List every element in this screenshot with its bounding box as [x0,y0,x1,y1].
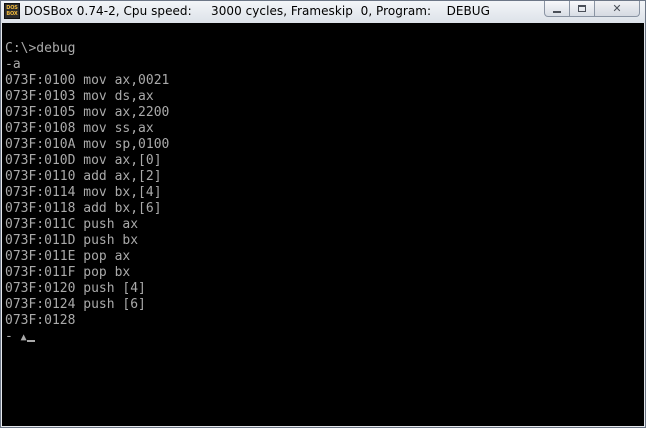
console-line: 073F:0118 add bx,[6] [5,201,162,216]
console-line: 073F:011C push ax [5,217,139,232]
minimize-button[interactable] [544,1,570,17]
mouse-pointer-icon: ▲ [20,332,27,343]
dosbox-window: DOS BOX DOSBox 0.74-2, Cpu speed: 3000 c… [0,0,646,428]
maximize-button[interactable] [570,1,595,17]
window-controls: ✕ [544,1,640,19]
console-line: 073F:0124 push [6] [5,297,146,312]
console-line: 073F:0120 push [4] [5,281,146,296]
console-line: -a [5,57,21,72]
console-line: 073F:0100 mov ax,0021 [5,73,170,88]
title-bar[interactable]: DOS BOX DOSBox 0.74-2, Cpu speed: 3000 c… [1,1,645,23]
console-line: 073F:011D push bx [5,233,139,248]
command-prompt-line[interactable]: - ▲ [5,329,169,345]
text-cursor [26,340,35,342]
console-line: 073F:0105 mov ax,2200 [5,105,170,120]
console-line: 073F:010A mov sp,0100 [5,137,170,152]
console-line: 073F:0128 [5,313,76,328]
close-button[interactable]: ✕ [595,1,640,17]
console-line: C:\>debug [5,41,76,56]
console-line: 073F:011E pop ax [5,249,131,264]
window-title: DOSBox 0.74-2, Cpu speed: 3000 cycles, F… [24,4,490,18]
dosbox-app-icon[interactable]: DOS BOX [4,3,20,19]
console-line: 073F:0114 mov bx,[4] [5,185,162,200]
app-icon-text-bottom: BOX [6,11,18,17]
console-line: 073F:010D mov ax,[0] [5,153,162,168]
maximize-icon [578,5,586,12]
console-line: 073F:0103 mov ds,ax [5,89,154,104]
minimize-icon [553,10,561,13]
debug-prompt: - [5,329,21,344]
close-icon: ✕ [612,2,622,15]
console-line: 073F:0108 mov ss,ax [5,121,154,136]
console-output: C:\>debug -a 073F:0100 mov ax,0021 073F:… [5,41,169,345]
dos-console-screen[interactable]: C:\>debug -a 073F:0100 mov ax,0021 073F:… [2,23,644,426]
console-line: 073F:0110 add ax,[2] [5,169,162,184]
console-line: 073F:011F pop bx [5,265,131,280]
